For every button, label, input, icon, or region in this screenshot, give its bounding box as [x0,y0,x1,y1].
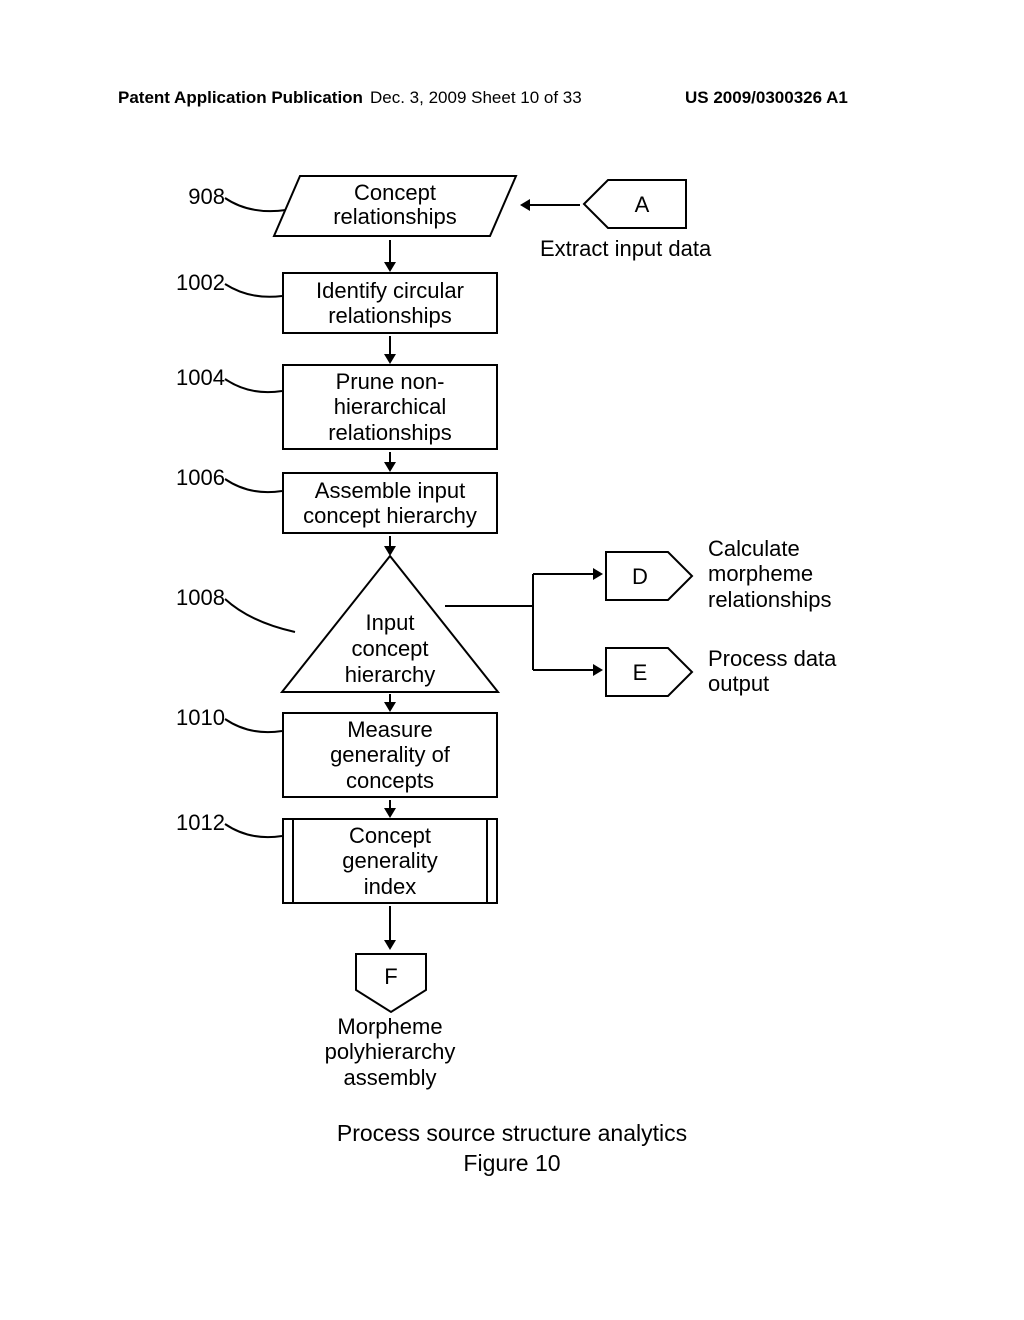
annot-morpheme-polyhierarchy: Morpheme polyhierarchy assembly [320,1014,460,1090]
annot-extract-input-data: Extract input data [540,236,711,261]
process-assemble-hierarchy-label: Assemble input concept hierarchy [303,478,477,529]
arrow-1010-1012 [380,798,400,820]
arrow-1002-1004 [380,334,400,366]
figure-number: Figure 10 [0,1150,1024,1177]
data-concept-relationships: Concept relationships [270,172,520,240]
predefined-concept-generality-index-label: Concept generality index [342,823,437,899]
process-prune-nonhier: Prune non- hierarchical relationships [282,364,498,450]
svg-text:Concept: Concept [354,180,436,205]
branch-1008-de [443,560,613,700]
svg-text:Input: Input [366,610,415,635]
arrow-1012-f [380,904,400,952]
connector-a: A [580,176,690,232]
connector-d: D [602,548,696,604]
predefined-concept-generality-index: Concept generality index [282,818,498,904]
svg-text:F: F [384,964,397,989]
connector-f: F [352,950,430,1016]
svg-text:hierarchy: hierarchy [345,662,435,687]
process-identify-circular: Identify circular relationships [282,272,498,334]
svg-text:D: D [632,564,648,589]
figure-caption: Process source structure analytics [0,1120,1024,1147]
svg-text:A: A [635,192,650,217]
arrow-a-to-908 [518,195,584,215]
connector-e: E [602,644,696,700]
annot-calc-morpheme: Calculate morpheme relationships [708,536,832,612]
svg-text:E: E [633,660,648,685]
process-measure-generality-label: Measure generality of concepts [330,717,450,793]
svg-text:concept: concept [351,636,428,661]
svg-text:relationships: relationships [333,204,457,229]
arrow-908-1002 [380,238,400,274]
process-identify-circular-label: Identify circular relationships [316,278,464,329]
process-measure-generality: Measure generality of concepts [282,712,498,798]
annot-process-data-output: Process data output [708,646,836,697]
arrow-1004-1006 [380,450,400,474]
arrow-1008-1010 [380,692,400,714]
process-prune-nonhier-label: Prune non- hierarchical relationships [328,369,452,445]
process-assemble-hierarchy: Assemble input concept hierarchy [282,472,498,534]
